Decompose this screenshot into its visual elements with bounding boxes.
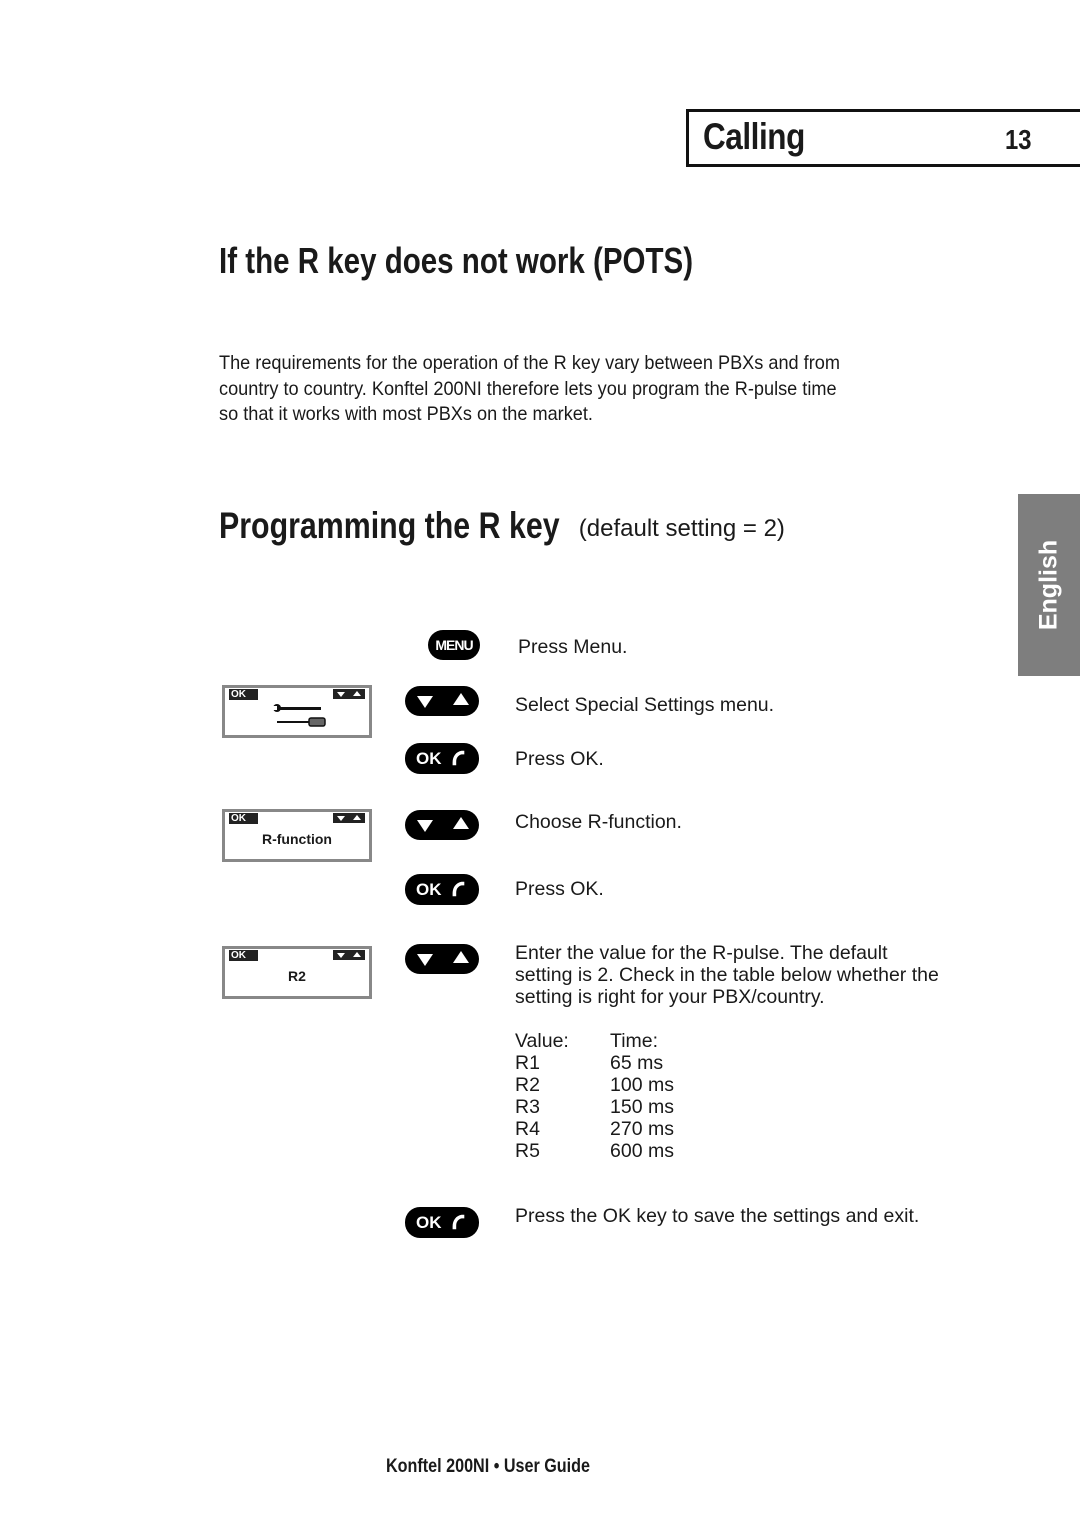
lcd-display-special-settings: OK <box>222 685 372 738</box>
table-cell: R2 <box>515 1074 540 1096</box>
table-cell: 270 ms <box>610 1118 674 1140</box>
nav-keys-icon <box>405 810 479 840</box>
table-cell: R1 <box>515 1052 540 1074</box>
phone-icon <box>452 881 465 897</box>
subheading-main: Programming the R key <box>219 505 560 546</box>
table-header: Value: <box>515 1030 569 1052</box>
step-text: Press OK. <box>515 878 604 900</box>
table-header-row: Value: Time: <box>515 1030 674 1052</box>
step-text: Select Special Settings menu. <box>515 694 775 716</box>
table-cell: 100 ms <box>610 1074 674 1096</box>
nav-keys-icon <box>405 944 479 974</box>
table-header: Time: <box>610 1030 659 1052</box>
ok-key-icon: OK <box>405 743 479 774</box>
ok-key-label: OK <box>416 748 442 768</box>
table-row: R5 600 ms <box>515 1140 674 1162</box>
lcd-ok-label: OK <box>229 813 258 824</box>
lcd-ok-label: OK <box>229 950 258 961</box>
ok-key-label: OK <box>416 1212 442 1232</box>
lcd-nav-indicator <box>333 813 365 823</box>
step-text: Enter the value for the R-pulse. The def… <box>515 942 939 1008</box>
table-cell: R5 <box>515 1140 540 1162</box>
nav-keys-icon <box>405 686 479 716</box>
table-cell: 600 ms <box>610 1140 674 1162</box>
lcd-nav-indicator <box>333 689 365 699</box>
lcd-display-r-function: OK R-function <box>222 809 372 862</box>
table-row: R2 100 ms <box>515 1074 674 1096</box>
phone-icon <box>452 1214 465 1230</box>
step-text: Press Menu. <box>518 636 628 658</box>
ok-key-label: OK <box>416 879 442 899</box>
lcd-display-r-value: OK R2 <box>222 946 372 999</box>
step-text: Press the OK key to save the settings an… <box>515 1205 920 1227</box>
language-tab: English <box>1018 494 1080 676</box>
table-cell: 150 ms <box>610 1096 674 1118</box>
section-title: Calling <box>703 116 805 157</box>
ok-key-icon: OK <box>405 1207 479 1238</box>
page-number: 13 <box>1005 124 1032 155</box>
page-title: If the R key does not work (POTS) <box>219 240 694 281</box>
r-pulse-table: Value: Time: R1 65 ms R2 100 ms R3 150 ms R… <box>515 1030 674 1162</box>
lcd-text: R-function <box>262 831 332 847</box>
subheading-note: (default setting = 2) <box>578 515 785 542</box>
section-header: Calling 13 <box>686 109 1080 167</box>
intro-paragraph: The requirements for the operation of th… <box>219 352 840 425</box>
step-text: Choose R-function. <box>515 811 682 833</box>
language-label: English <box>1034 539 1063 631</box>
lcd-nav-indicator <box>333 950 365 960</box>
subheading: Programming the R key (default setting =… <box>219 505 785 547</box>
table-cell: R3 <box>515 1096 540 1118</box>
table-row: R3 150 ms <box>515 1096 674 1118</box>
table-cell: R4 <box>515 1118 540 1140</box>
table-row: R4 270 ms <box>515 1118 674 1140</box>
page-footer: Konftel 200NI • User Guide <box>386 1456 590 1477</box>
lcd-ok-label: OK <box>229 689 258 700</box>
ok-key-icon: OK <box>405 874 479 905</box>
lcd-text: R2 <box>288 968 306 984</box>
menu-key-icon: MENU <box>428 630 480 660</box>
table-row: R1 65 ms <box>515 1052 674 1074</box>
tools-icon <box>273 704 326 727</box>
step-text: Press OK. <box>515 748 604 770</box>
table-cell: 65 ms <box>610 1052 664 1074</box>
phone-icon <box>452 750 465 766</box>
